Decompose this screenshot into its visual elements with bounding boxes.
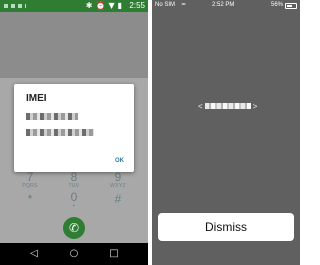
recents-icon[interactable]: □ [104, 243, 124, 265]
phone-icon: ✆ [68, 221, 80, 235]
dialpad-key-9[interactable]: 9 WXYZ [98, 171, 138, 189]
call-button[interactable]: ✆ [63, 217, 85, 239]
code-open-bracket: < [198, 101, 203, 111]
imei-code: < > [198, 101, 258, 111]
battery-icon: ▮ [117, 1, 122, 10]
battery-icon [285, 3, 297, 9]
imei-value-redacted [204, 103, 251, 109]
imei-value-1-redacted [26, 113, 78, 120]
imei-value-2-redacted [26, 129, 94, 136]
notification-icons [4, 4, 26, 8]
battery-percent: 56% [270, 2, 283, 8]
battery-status: 56% [271, 0, 297, 10]
back-icon[interactable]: ◁ [24, 243, 44, 265]
alarm-icon: ⏰ [95, 1, 106, 10]
android-status-bar: ✱ ⏰ ▼ ▮ 2:55 [0, 0, 148, 12]
ios-screen: No SIM ≈ 2:52 PM 56% < > Dismiss [152, 0, 300, 265]
wifi-icon: ≈ [181, 1, 187, 8]
android-nav-bar: ◁ ○ □ [0, 243, 148, 265]
imei-dialog: IMEI OK [14, 84, 134, 172]
dialpad-key-7[interactable]: 7 PQRS [10, 171, 50, 189]
dialer-header [0, 12, 148, 78]
ok-button[interactable]: OK [115, 158, 124, 164]
status-time: 2:55 [129, 1, 145, 10]
android-screen: ✱ ⏰ ▼ ▮ 2:55 7 PQRS 8 TUV 9 WXYZ * 0 + #… [0, 0, 148, 265]
status-time: 2:52 PM [212, 2, 235, 8]
ios-status-bar: No SIM ≈ 2:52 PM 56% [152, 0, 300, 10]
carrier-label: No SIM [155, 2, 176, 8]
home-icon[interactable]: ○ [64, 243, 84, 265]
dialpad-key-star[interactable]: * [10, 193, 50, 205]
dialog-title: IMEI [26, 93, 47, 104]
dialpad-key-hash[interactable]: # [98, 193, 138, 205]
dialpad-key-8[interactable]: 8 TUV [54, 171, 94, 189]
bluetooth-icon: ✱ [85, 1, 93, 10]
status-icons: ✱ ⏰ ▼ ▮ [86, 0, 122, 12]
code-close-bracket: > [252, 101, 258, 111]
dialpad-key-0[interactable]: 0 + [54, 191, 94, 209]
signal-icon: ▼ [108, 1, 115, 10]
dismiss-button[interactable]: Dismiss [158, 213, 294, 241]
